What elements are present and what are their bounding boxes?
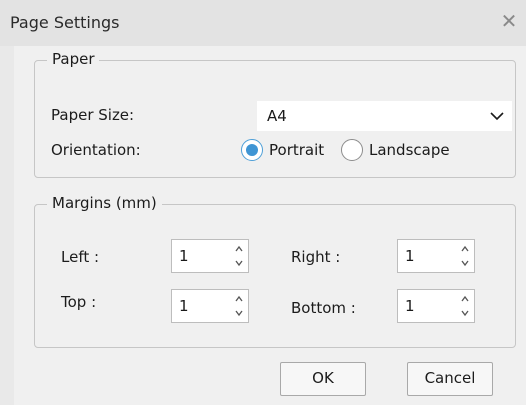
margin-bottom-stepper[interactable]: 1: [397, 289, 475, 323]
margins-group: Margins (mm) Left : 1 Right : 1 Top : 1: [34, 194, 516, 348]
margin-left-stepper[interactable]: 1: [171, 239, 249, 273]
caret-down-icon[interactable]: [459, 306, 471, 320]
margin-right-spin-buttons: [456, 240, 474, 272]
caret-down-icon[interactable]: [233, 306, 245, 320]
margin-left-label: Left :: [61, 248, 100, 266]
page-settings-dialog: Page Settings ✕ Paper Paper Size: A4 Ori…: [0, 0, 526, 405]
orientation-landscape-radio[interactable]: Landscape: [341, 139, 450, 161]
margin-top-spin-buttons: [230, 290, 248, 322]
orientation-portrait-radio[interactable]: Portrait: [241, 139, 324, 161]
cancel-button[interactable]: Cancel: [407, 362, 493, 396]
paper-size-label: Paper Size:: [51, 106, 135, 124]
margin-right-label: Right :: [291, 248, 341, 266]
chevron-down-icon: [490, 112, 504, 121]
caret-down-icon[interactable]: [459, 256, 471, 270]
margin-top-label: Top :: [61, 293, 97, 311]
orientation-label: Orientation:: [51, 141, 141, 159]
caret-down-icon[interactable]: [233, 256, 245, 270]
margin-bottom-spin-buttons: [456, 290, 474, 322]
margin-right-stepper[interactable]: 1: [397, 239, 475, 273]
margin-top-value[interactable]: 1: [179, 297, 189, 315]
radio-checked-icon: [241, 139, 263, 161]
margin-right-value[interactable]: 1: [405, 247, 415, 265]
orientation-portrait-label: Portrait: [269, 141, 325, 159]
dialog-body: Paper Paper Size: A4 Orientation: Portra…: [14, 46, 526, 405]
margins-group-legend: Margins (mm): [47, 194, 162, 212]
margin-top-stepper[interactable]: 1: [171, 289, 249, 323]
paper-size-select[interactable]: A4: [257, 101, 512, 131]
paper-group-legend: Paper: [47, 50, 100, 68]
margin-bottom-value[interactable]: 1: [405, 297, 415, 315]
caret-up-icon[interactable]: [459, 242, 471, 256]
paper-group: Paper Paper Size: A4 Orientation: Portra…: [34, 50, 516, 178]
margin-left-value[interactable]: 1: [179, 247, 189, 265]
dialog-title: Page Settings: [10, 13, 120, 32]
orientation-landscape-label: Landscape: [369, 141, 450, 159]
caret-up-icon[interactable]: [233, 292, 245, 306]
paper-size-value: A4: [267, 107, 287, 125]
margin-bottom-label: Bottom :: [291, 299, 356, 317]
radio-unchecked-icon: [341, 139, 363, 161]
caret-up-icon[interactable]: [233, 242, 245, 256]
close-icon[interactable]: ✕: [498, 9, 520, 33]
title-bar: Page Settings ✕: [0, 0, 526, 46]
caret-up-icon[interactable]: [459, 292, 471, 306]
margin-left-spin-buttons: [230, 240, 248, 272]
ok-button[interactable]: OK: [280, 362, 366, 396]
